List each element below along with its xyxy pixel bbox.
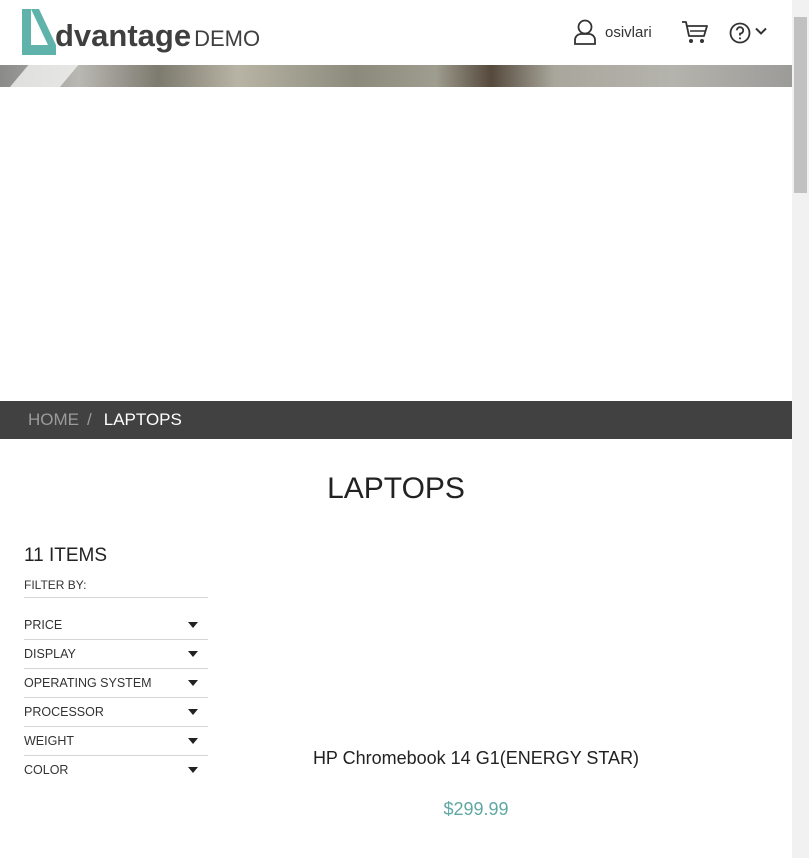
user-icon (574, 19, 596, 45)
filter-price[interactable]: PRICE (24, 614, 208, 636)
hero-banner-highlight (3, 65, 87, 87)
product-price: $299.99 (443, 799, 509, 819)
header: dvantage DEMO osivlari (0, 0, 792, 65)
username-label: osivlari (605, 23, 652, 41)
hero-banner (0, 65, 792, 87)
user-menu[interactable]: osivlari (573, 19, 652, 45)
filter-divider (24, 597, 208, 598)
filter-label: PRICE (24, 618, 63, 632)
caret-down-icon (188, 622, 198, 628)
filter-divider (24, 668, 208, 669)
caret-down-icon (188, 651, 198, 657)
breadcrumb-separator: / (87, 410, 92, 429)
caret-down-icon (188, 680, 198, 686)
logo-text: dvantage (55, 18, 192, 53)
filter-label: WEIGHT (24, 734, 74, 748)
page-scrollbar[interactable] (792, 0, 809, 858)
cart-icon[interactable] (681, 20, 708, 44)
filter-divider (24, 639, 208, 640)
product-name-link[interactable]: HP Chromebook 14 G1(ENERGY STAR) (300, 748, 652, 769)
filter-label: PROCESSOR (24, 705, 104, 719)
logo[interactable]: dvantage DEMO (22, 9, 260, 55)
filter-divider (24, 755, 208, 756)
breadcrumb-current: LAPTOPS (103, 410, 182, 429)
chevron-down-icon[interactable] (755, 27, 767, 36)
scrollbar-thumb[interactable] (794, 17, 807, 193)
filter-by-label: FILTER BY: (24, 578, 87, 592)
filter-processor[interactable]: PROCESSOR (24, 701, 208, 723)
help-icon[interactable] (729, 22, 751, 44)
filter-label: OPERATING SYSTEM (24, 676, 152, 690)
filter-color[interactable]: COLOR (24, 759, 208, 781)
logo-demo-text: DEMO (194, 26, 261, 51)
caret-down-icon (188, 709, 198, 715)
filter-weight[interactable]: WEIGHT (24, 730, 208, 752)
breadcrumb-home-link[interactable]: HOME (28, 410, 79, 430)
filter-divider (24, 697, 208, 698)
page-title: LAPTOPS (327, 472, 465, 505)
caret-down-icon (188, 738, 198, 744)
items-count: 11 ITEMS (24, 545, 108, 566)
breadcrumb: HOME / LAPTOPS (0, 401, 792, 439)
filter-label: COLOR (24, 763, 69, 777)
caret-down-icon (188, 767, 198, 773)
logo-mark-icon (22, 9, 56, 55)
filter-display[interactable]: DISPLAY (24, 643, 208, 665)
filter-operating-system[interactable]: OPERATING SYSTEM (24, 672, 208, 694)
filter-divider (24, 726, 208, 727)
filter-label: DISPLAY (24, 647, 76, 661)
